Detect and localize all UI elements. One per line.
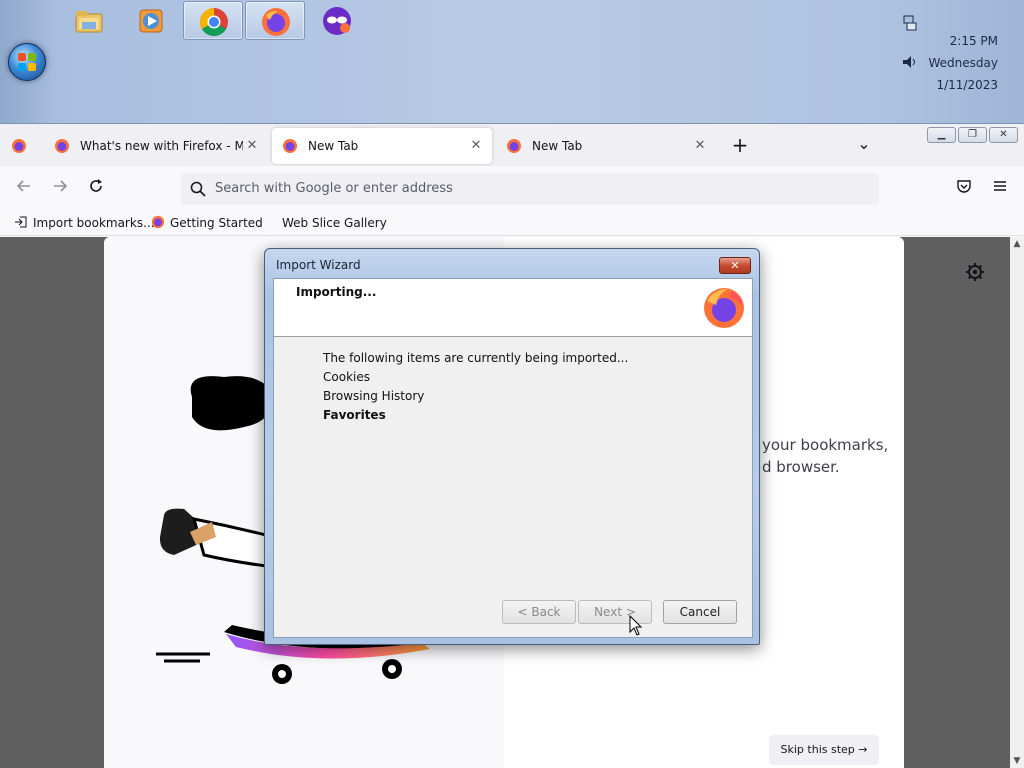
close-window-button[interactable]: ✕ <box>989 127 1018 143</box>
cancel-button[interactable]: Cancel <box>663 600 737 624</box>
forward-arrow-icon <box>54 180 68 192</box>
network-icon[interactable] <box>901 14 919 32</box>
reload-button[interactable] <box>84 178 108 198</box>
tab-new-tab[interactable]: New Tab ✕ <box>496 128 716 164</box>
taskbar-media-player[interactable] <box>121 1 181 40</box>
tab-close-icon[interactable]: ✕ <box>244 128 260 164</box>
dialog-client-area: Importing... The following items are cur… <box>273 278 753 638</box>
clock-time: 2:15 PM <box>949 34 998 48</box>
minimize-button[interactable]: ▁ <box>927 127 956 143</box>
dialog-header: Importing... <box>274 279 752 337</box>
import-icon <box>15 216 27 228</box>
tab-whats-new[interactable]: What's new with Firefox - More ✕ <box>44 128 268 164</box>
forward-button[interactable] <box>48 178 72 198</box>
clock-date: 1/11/2023 <box>936 78 998 92</box>
tab-close-icon[interactable]: ✕ <box>692 128 708 164</box>
back-button[interactable]: < Back <box>502 600 576 624</box>
bookmark-getting-started[interactable]: Getting Started <box>151 213 263 233</box>
import-intro: The following items are currently being … <box>323 351 629 365</box>
skip-this-step-button[interactable]: Skip this step → <box>769 735 879 765</box>
import-status-list: The following items are currently being … <box>323 349 628 425</box>
hamburger-menu-icon <box>994 181 1006 191</box>
restore-button[interactable]: ❐ <box>958 127 987 143</box>
bookmark-label: Web Slice Gallery <box>282 216 387 230</box>
taskbar-firefox[interactable] <box>245 1 305 40</box>
scroll-up-icon[interactable]: ▲ <box>1010 237 1024 251</box>
import-item-cookies: Cookies <box>323 370 370 384</box>
dialog-title: Import Wizard <box>276 258 361 272</box>
firefox-logo-icon <box>704 288 744 328</box>
firefox-view-icon[interactable] <box>11 138 27 154</box>
import-item-browsing-history: Browsing History <box>323 389 425 403</box>
skip-label: Skip this step <box>780 743 855 756</box>
body-line-2: d browser. <box>762 458 840 476</box>
url-bar[interactable]: Search with Google or enter address <box>181 173 879 205</box>
search-icon <box>190 181 206 197</box>
window-controls: ▁ ❐ ✕ <box>927 127 1018 143</box>
vertical-scrollbar[interactable]: ▲ ▼ <box>1010 237 1024 768</box>
taskbar-chrome[interactable] <box>183 1 243 40</box>
clock-day: Wednesday <box>928 56 998 70</box>
url-placeholder: Search with Google or enter address <box>215 181 453 196</box>
tab-new-tab-active[interactable]: New Tab ✕ <box>272 128 492 164</box>
bookmark-import[interactable]: Import bookmarks... <box>14 213 155 233</box>
volume-icon[interactable] <box>901 53 919 71</box>
bookmark-web-slice-gallery[interactable]: Web Slice Gallery <box>282 213 387 233</box>
new-tab-button[interactable]: + <box>730 134 750 156</box>
scroll-down-icon[interactable]: ▼ <box>1010 754 1024 768</box>
firefox-favicon-icon <box>507 139 521 153</box>
private-browsing-icon <box>323 7 351 35</box>
tab-label: New Tab <box>532 139 583 153</box>
onboarding-body-text: your bookmarks, d browser. <box>762 434 992 478</box>
firefox-favicon-icon <box>55 139 69 153</box>
dialog-heading: Importing... <box>296 285 377 299</box>
chrome-icon <box>200 8 228 36</box>
bookmark-label: Import bookmarks... <box>33 216 155 230</box>
system-clock[interactable]: 2:15 PM Wednesday 1/11/2023 <box>929 30 998 96</box>
reload-icon <box>90 179 102 192</box>
body-line-1: your bookmarks, <box>762 436 889 454</box>
firefox-icon <box>262 8 290 36</box>
pocket-icon <box>957 180 971 193</box>
taskbar-private-browsing[interactable] <box>307 1 367 40</box>
import-item-favorites: Favorites <box>323 408 386 422</box>
tab-close-icon[interactable]: ✕ <box>468 128 484 164</box>
tab-label: New Tab <box>308 139 359 153</box>
tab-strip: What's new with Firefox - More ✕ New Tab… <box>0 124 1024 166</box>
back-button[interactable] <box>12 178 36 198</box>
bookmarks-toolbar: Import bookmarks... Getting Started Web … <box>0 210 1024 236</box>
firefox-favicon-icon <box>283 139 297 153</box>
dialog-close-button[interactable]: ✕ <box>719 257 751 274</box>
arrow-right-icon: → <box>858 743 868 756</box>
mouse-cursor-icon <box>629 615 643 636</box>
media-player-icon <box>139 9 163 33</box>
import-wizard-dialog: Import Wizard ✕ Importing... The followi… <box>264 248 760 645</box>
bookmark-label: Getting Started <box>170 216 263 230</box>
pocket-button[interactable] <box>952 178 976 198</box>
list-all-tabs-button[interactable]: ⌄ <box>855 133 873 155</box>
back-arrow-icon <box>16 180 30 192</box>
windows-logo-icon <box>18 53 36 71</box>
taskbar-file-explorer[interactable] <box>59 1 119 40</box>
start-button[interactable] <box>8 43 46 81</box>
firefox-favicon-icon <box>151 215 165 229</box>
taskbar: 2:15 PM Wednesday 1/11/2023 <box>0 0 1024 124</box>
file-explorer-icon <box>75 11 103 33</box>
tab-label: What's new with Firefox - More <box>80 139 243 153</box>
app-menu-button[interactable] <box>988 178 1012 198</box>
gear-icon[interactable] <box>964 261 986 283</box>
